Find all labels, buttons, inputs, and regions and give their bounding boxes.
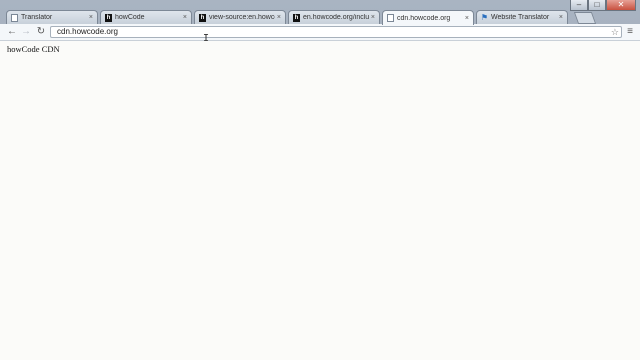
tab-close-icon[interactable]: × — [183, 14, 187, 21]
page-body-text: howCode CDN — [7, 44, 60, 54]
page-icon — [11, 13, 18, 22]
tab-website-translator[interactable]: ⚑ Website Translator × — [476, 10, 568, 24]
howcode-icon: h — [199, 13, 206, 22]
tab-label: Translator — [21, 14, 53, 21]
page-icon — [387, 14, 394, 22]
tab-close-icon[interactable]: × — [559, 14, 563, 21]
tab-translator[interactable]: Translator × — [6, 10, 98, 24]
tab-howcode[interactable]: h howCode × — [100, 10, 192, 24]
tab-close-icon[interactable]: × — [89, 14, 93, 21]
howcode-icon: h — [105, 13, 112, 22]
tab-close-icon[interactable]: × — [371, 14, 375, 21]
tab-label: en.howcode.org/include — [303, 14, 369, 21]
tab-en-howcode-include[interactable]: h en.howcode.org/include × — [288, 10, 380, 24]
tab-close-icon[interactable]: × — [465, 15, 469, 22]
tab-label: howCode — [115, 14, 145, 21]
text-cursor-icon: I — [203, 33, 210, 44]
back-icon[interactable]: ← — [6, 26, 18, 38]
tab-close-icon[interactable]: × — [277, 14, 281, 21]
tab-strip: Translator × h howCode × h view-source:e… — [0, 10, 640, 25]
tab-cdn-howcode[interactable]: cdn.howcode.org × — [382, 10, 474, 25]
new-tab-button[interactable] — [573, 12, 597, 24]
howcode-icon: h — [293, 13, 300, 22]
website-translator-icon: ⚑ — [480, 13, 489, 22]
browser-toolbar: ← → ↻ cdn.howcode.org ☆ ≡ — [0, 24, 640, 41]
forward-icon[interactable]: → — [20, 26, 32, 38]
tab-label: cdn.howcode.org — [397, 14, 451, 22]
tab-label: Website Translator — [491, 14, 550, 21]
menu-icon[interactable]: ≡ — [624, 26, 636, 38]
address-bar[interactable]: cdn.howcode.org ☆ — [50, 26, 622, 38]
tab-view-source[interactable]: h view-source:en.howcode.org × — [194, 10, 286, 24]
address-bar-url: cdn.howcode.org — [57, 27, 118, 36]
tab-label: view-source:en.howcode.org — [209, 14, 275, 21]
reload-icon[interactable]: ↻ — [35, 26, 47, 38]
page-viewport: howCode CDN — [0, 41, 640, 360]
bookmark-star-icon[interactable]: ☆ — [611, 27, 619, 37]
